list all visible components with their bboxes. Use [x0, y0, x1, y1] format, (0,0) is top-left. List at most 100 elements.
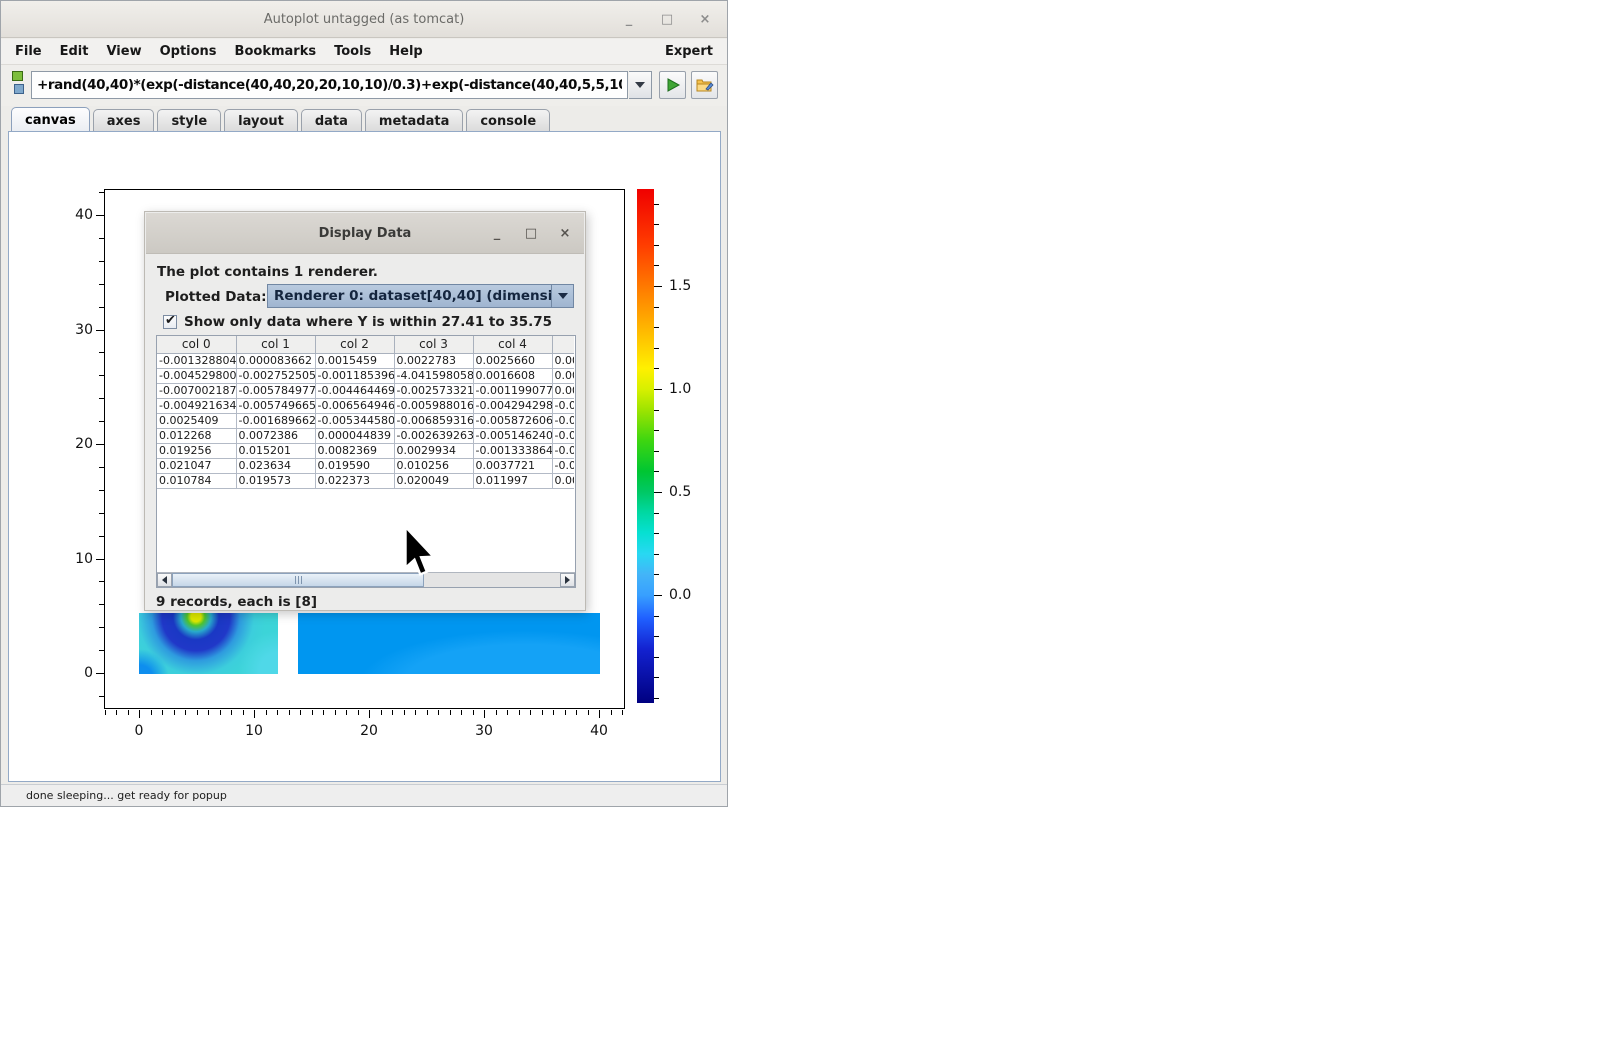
- table-row[interactable]: -0.001328804...0.0000836620.00154590.002…: [157, 353, 574, 368]
- tab-data[interactable]: data: [301, 109, 362, 132]
- menu-item-options[interactable]: Options: [151, 42, 226, 61]
- table-cell[interactable]: -0.002573321...: [394, 383, 473, 398]
- scroll-right-button[interactable]: [560, 573, 575, 587]
- scrollbar-thumb[interactable]: [172, 573, 424, 587]
- table-cell[interactable]: 0.0025660: [473, 353, 552, 368]
- table-cell[interactable]: -0.004464469...: [315, 383, 394, 398]
- table-cell[interactable]: 0.0015459: [315, 353, 394, 368]
- column-header[interactable]: col 4: [473, 336, 552, 353]
- table-cell[interactable]: -0.007002187...: [157, 383, 236, 398]
- table-cell[interactable]: 0.0072386: [236, 428, 315, 443]
- column-header[interactable]: col 2: [315, 336, 394, 353]
- table-row[interactable]: 0.0025409-0.001689662...-0.005344580...-…: [157, 413, 574, 428]
- table-cell[interactable]: -0.0: [552, 428, 574, 443]
- maximize-icon[interactable]: □: [659, 12, 675, 27]
- tab-metadata[interactable]: metadata: [365, 109, 463, 132]
- table-cell[interactable]: -0.006564946...: [315, 398, 394, 413]
- table-cell[interactable]: -4.041598058...: [394, 368, 473, 383]
- table-cell[interactable]: -0.005988016...: [394, 398, 473, 413]
- expert-menu[interactable]: Expert: [665, 44, 713, 59]
- go-button[interactable]: [659, 71, 686, 99]
- table-row[interactable]: 0.0122680.00723860.000044839-0.002639263…: [157, 428, 574, 443]
- filter-checkbox[interactable]: ✔: [163, 315, 177, 329]
- column-header[interactable]: col 3: [394, 336, 473, 353]
- table-cell[interactable]: 0.00: [552, 383, 574, 398]
- data-table[interactable]: col 0col 1col 2col 3col 4 -0.001328804..…: [157, 336, 574, 489]
- column-header[interactable]: [552, 336, 574, 353]
- table-cell[interactable]: 0.0082369: [315, 443, 394, 458]
- table-cell[interactable]: 0.00: [552, 353, 574, 368]
- tab-console[interactable]: console: [466, 109, 550, 132]
- uri-dropdown-button[interactable]: [629, 71, 652, 99]
- title-bar[interactable]: Autoplot untagged (as tomcat) _ □ ×: [1, 1, 727, 38]
- uri-input[interactable]: +rand(40,40)*(exp(-distance(40,40,20,20,…: [31, 71, 628, 99]
- dialog-minimize-icon[interactable]: _: [490, 226, 504, 241]
- menu-item-bookmarks[interactable]: Bookmarks: [226, 42, 326, 61]
- table-cell[interactable]: -0.0: [552, 443, 574, 458]
- close-icon[interactable]: ×: [697, 12, 713, 27]
- table-row[interactable]: -0.007002187...-0.005784977...-0.0044644…: [157, 383, 574, 398]
- table-cell[interactable]: 0.011997: [473, 473, 552, 488]
- table-cell[interactable]: 0.021047: [157, 458, 236, 473]
- table-cell[interactable]: -0.004529800...: [157, 368, 236, 383]
- table-cell[interactable]: -0.005146240...: [473, 428, 552, 443]
- table-cell[interactable]: -0.004921634...: [157, 398, 236, 413]
- table-cell[interactable]: -0.0: [552, 398, 574, 413]
- table-cell[interactable]: 0.023634: [236, 458, 315, 473]
- dialog-close-icon[interactable]: ×: [558, 226, 572, 241]
- table-cell[interactable]: -0.005872606...: [473, 413, 552, 428]
- table-cell[interactable]: -0.001333864...: [473, 443, 552, 458]
- table-cell[interactable]: -0.001328804...: [157, 353, 236, 368]
- table-cell[interactable]: 0.020049: [394, 473, 473, 488]
- inspect-button[interactable]: [691, 71, 718, 99]
- table-cell[interactable]: -0.0: [552, 458, 574, 473]
- column-header[interactable]: col 1: [236, 336, 315, 353]
- table-cell[interactable]: 0.0037721: [473, 458, 552, 473]
- menu-item-help[interactable]: Help: [380, 42, 431, 61]
- table-cell[interactable]: 0.0022783: [394, 353, 473, 368]
- table-cell[interactable]: 0.000083662: [236, 353, 315, 368]
- datasource-icon[interactable]: [12, 71, 26, 99]
- column-header[interactable]: col 0: [157, 336, 236, 353]
- dialog-title-bar[interactable]: Display Data _ □ ×: [146, 213, 584, 254]
- table-cell[interactable]: 0.015201: [236, 443, 315, 458]
- table-cell[interactable]: 0.010256: [394, 458, 473, 473]
- minimize-icon[interactable]: _: [621, 12, 637, 27]
- table-cell[interactable]: -0.001185396...: [315, 368, 394, 383]
- table-cell[interactable]: 0.0025409: [157, 413, 236, 428]
- dialog-maximize-icon[interactable]: □: [524, 226, 538, 241]
- table-cell[interactable]: -0.001689662...: [236, 413, 315, 428]
- tab-style[interactable]: style: [157, 109, 221, 132]
- scrollbar-track[interactable]: [172, 573, 560, 587]
- table-row[interactable]: -0.004529800...-0.002752505...-0.0011853…: [157, 368, 574, 383]
- table-cell[interactable]: -0.002639263...: [394, 428, 473, 443]
- tab-layout[interactable]: layout: [224, 109, 298, 132]
- table-cell[interactable]: -0.005784977...: [236, 383, 315, 398]
- table-cell[interactable]: -0.0: [552, 413, 574, 428]
- table-cell[interactable]: 0.019256: [157, 443, 236, 458]
- table-cell[interactable]: -0.004294298...: [473, 398, 552, 413]
- table-cell[interactable]: 0.0016608: [473, 368, 552, 383]
- menu-item-tools[interactable]: Tools: [325, 42, 380, 61]
- table-cell[interactable]: -0.006859316...: [394, 413, 473, 428]
- scroll-left-button[interactable]: [157, 573, 172, 587]
- table-row[interactable]: 0.0107840.0195730.0223730.0200490.011997…: [157, 473, 574, 488]
- table-cell[interactable]: 0.0029934: [394, 443, 473, 458]
- table-cell[interactable]: 0.00: [552, 368, 574, 383]
- menu-item-view[interactable]: View: [97, 42, 150, 61]
- table-cell[interactable]: 0.022373: [315, 473, 394, 488]
- table-row[interactable]: 0.0192560.0152010.00823690.0029934-0.001…: [157, 443, 574, 458]
- plotted-data-combobox[interactable]: Renderer 0: dataset[40,40] (dimension...: [267, 284, 574, 308]
- table-cell[interactable]: -0.005344580...: [315, 413, 394, 428]
- table-cell[interactable]: -0.001199077...: [473, 383, 552, 398]
- table-cell[interactable]: 0.019573: [236, 473, 315, 488]
- menu-item-edit[interactable]: Edit: [51, 42, 98, 61]
- table-row[interactable]: -0.004921634...-0.005749665...-0.0065649…: [157, 398, 574, 413]
- tab-axes[interactable]: axes: [93, 109, 155, 132]
- table-row[interactable]: 0.0210470.0236340.0195900.0102560.003772…: [157, 458, 574, 473]
- table-cell[interactable]: -0.002752505...: [236, 368, 315, 383]
- table-cell[interactable]: 0.010784: [157, 473, 236, 488]
- table-cell[interactable]: 0.012268: [157, 428, 236, 443]
- menu-item-file[interactable]: File: [15, 42, 51, 61]
- table-cell[interactable]: 0.00: [552, 473, 574, 488]
